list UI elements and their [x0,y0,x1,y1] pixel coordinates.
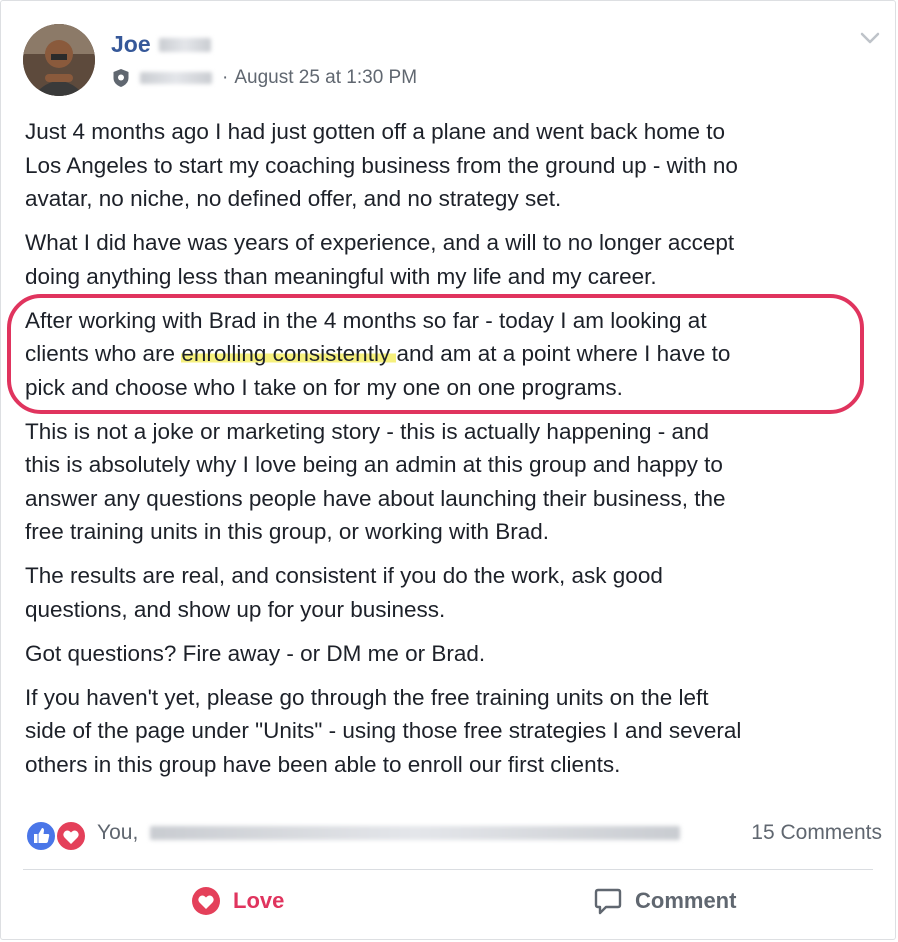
admin-shield-icon [113,69,129,87]
chevron-down-icon[interactable] [859,31,881,45]
paragraph-6: Got questions? Fire away - or DM me or B… [25,640,486,666]
author-first-name[interactable]: Joe [111,31,151,58]
reaction-icons[interactable] [25,819,93,853]
avatar[interactable] [23,24,95,96]
comment-label: Comment [635,888,737,913]
reactions-bar: You, 15 Comments [25,817,885,853]
reaction-names-redacted [150,826,681,840]
author-name[interactable]: Joe [111,31,211,58]
post-card: Joe · August 25 at 1:30 PM Just 4 months… [0,0,896,940]
love-label: Love [233,888,285,913]
comment-button[interactable]: Comment [593,886,736,916]
comment-bubble-icon [594,888,622,915]
love-reaction-icon [55,820,87,852]
paragraph-1: Just 4 months ago I had just gotten off … [25,119,738,211]
paragraph-5: The results are real, and consistent if … [25,563,663,622]
comments-count[interactable]: 15 Comments [751,821,882,845]
post-meta: · August 25 at 1:30 PM [112,67,417,89]
role-redacted [140,72,212,84]
love-button[interactable]: Love [191,886,284,916]
meta-separator: · [222,67,229,88]
post-timestamp[interactable]: August 25 at 1:30 PM [234,67,417,89]
author-last-name-redacted [158,37,211,52]
paragraph-4: This is not a joke or marketing story - … [25,418,726,545]
divider [23,869,873,870]
reaction-names[interactable]: You, [97,821,681,845]
paragraph-3-circled: After working with Brad in the 4 months … [25,307,731,400]
post-body: Just 4 months ago I had just gotten off … [25,115,885,792]
highlighted-text: enrolling consistently [181,341,397,366]
heart-icon [192,887,220,915]
paragraph-2: What I did have was years of experience,… [25,230,735,289]
like-reaction-icon [25,820,57,852]
paragraph-7: If you haven't yet, please go through th… [25,684,742,777]
